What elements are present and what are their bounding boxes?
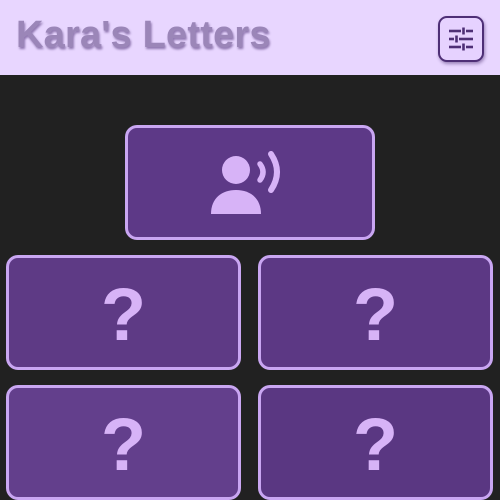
hidden-letter-label: ? [352, 402, 399, 486]
speak-letter-button[interactable] [125, 125, 375, 240]
hidden-letter-label: ? [100, 402, 147, 486]
letter-card[interactable]: ? [6, 385, 241, 500]
person-speaking-icon [211, 150, 280, 214]
letter-card[interactable]: ? [258, 385, 493, 500]
hidden-letter-label: ? [352, 272, 399, 356]
app-header: Kara's Letters [0, 0, 500, 75]
letter-card[interactable]: ? [6, 255, 241, 370]
hidden-letter-label: ? [100, 272, 147, 356]
letter-card[interactable]: ? [258, 255, 493, 370]
app-title: Kara's Letters [16, 14, 271, 56]
settings-button[interactable] [438, 16, 484, 62]
sliders-icon [449, 27, 473, 51]
